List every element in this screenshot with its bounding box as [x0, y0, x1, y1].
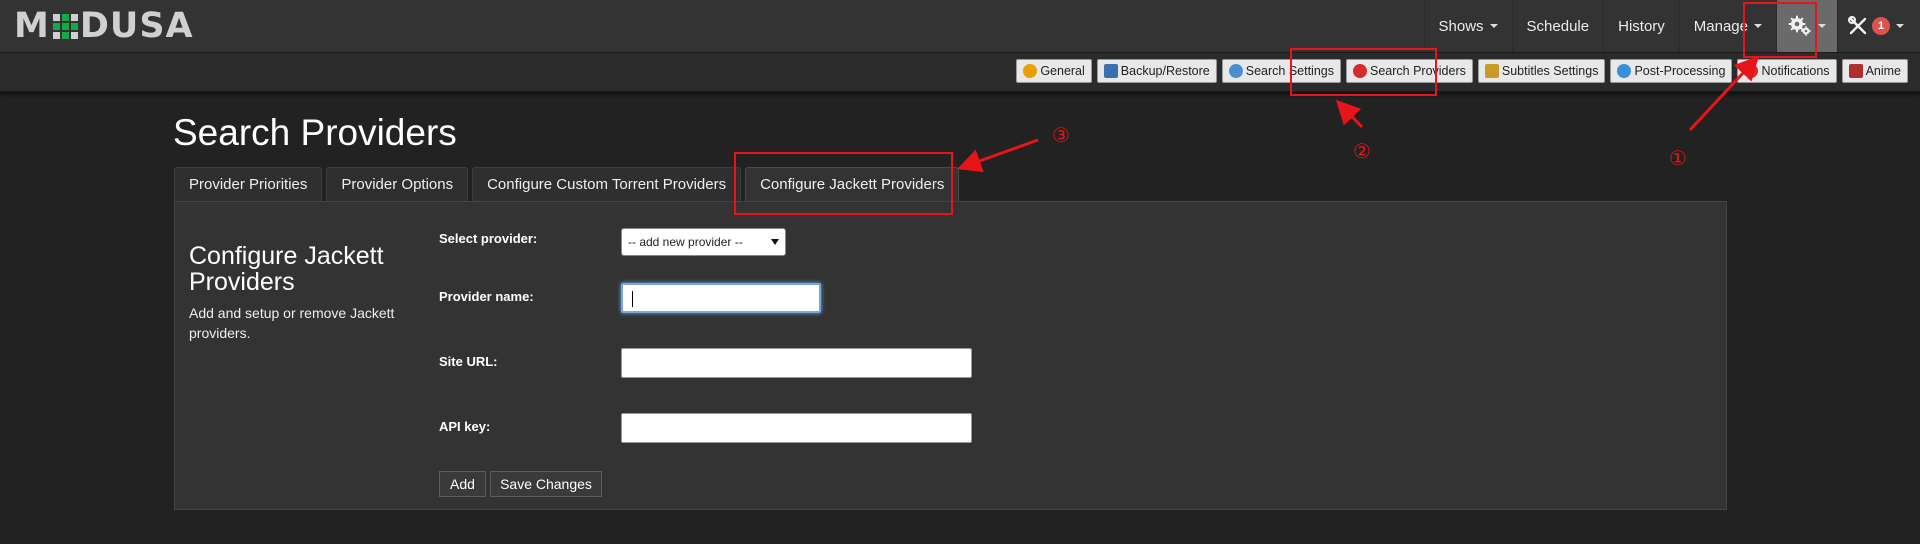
medusa-logo[interactable]: M DUSA: [14, 6, 194, 46]
main-nav: Shows Schedule History Manage 1: [1423, 0, 1920, 52]
site-url-label: Site URL:: [439, 354, 498, 369]
magnifier-icon: [1228, 64, 1243, 78]
highlight-box-jackett-tab: [734, 152, 953, 215]
tab-custom-torrent-providers[interactable]: Configure Custom Torrent Providers: [472, 167, 742, 201]
api-key-label: API key:: [439, 419, 491, 434]
subnav-general-label: General: [1040, 64, 1085, 78]
subnav-anime-label: Anime: [1865, 64, 1901, 78]
subnav-notifications-label: Notifications: [1761, 64, 1830, 78]
logo-prefix: M: [14, 6, 50, 46]
chevron-down-icon: [771, 239, 779, 245]
nav-schedule[interactable]: Schedule: [1511, 0, 1604, 52]
subnav-notifications[interactable]: Notifications: [1737, 59, 1837, 83]
highlight-box-gear: [1743, 2, 1817, 58]
select-provider-value: -- add new provider --: [628, 235, 743, 249]
save-changes-button[interactable]: Save Changes: [490, 471, 602, 497]
annotation-step-3: ③: [1052, 123, 1070, 147]
annotation-step-1: ①: [1669, 146, 1687, 170]
config-subnav: General Backup/Restore Search Settings S…: [1016, 59, 1908, 83]
select-provider-dropdown[interactable]: -- add new provider --: [621, 228, 786, 256]
site-url-input[interactable]: [621, 348, 972, 378]
subnav-backup-restore[interactable]: Backup/Restore: [1096, 59, 1217, 83]
subnav-subtitles-settings-label: Subtitles Settings: [1501, 64, 1599, 78]
nav-history-label: History: [1618, 17, 1665, 35]
subnav-general[interactable]: General: [1016, 59, 1092, 83]
jackett-config-panel: Configure Jackett Providers Add and setu…: [174, 201, 1727, 510]
subnav-post-processing[interactable]: Post-Processing: [1610, 59, 1733, 83]
gear-icon: [1023, 64, 1038, 78]
select-provider-label: Select provider:: [439, 231, 538, 246]
tab-provider-priorities[interactable]: Provider Priorities: [174, 167, 323, 201]
anime-icon: [1848, 64, 1863, 78]
notification-count-badge: 1: [1872, 17, 1890, 35]
caret-down-icon: [1489, 24, 1498, 28]
bell-icon: [1744, 64, 1759, 78]
section-description: Add and setup or remove Jackett provider…: [189, 305, 395, 341]
top-navbar: M DUSA Shows Schedule History Manage 1: [0, 0, 1920, 53]
nav-shows-label: Shows: [1438, 17, 1484, 35]
page-title: Search Providers: [173, 112, 457, 153]
caret-down-icon: [1896, 24, 1904, 28]
subnav-anime[interactable]: Anime: [1841, 59, 1908, 83]
refresh-icon: [1617, 64, 1632, 78]
subnav-backup-restore-label: Backup/Restore: [1120, 64, 1210, 78]
annotation-step-2: ②: [1353, 139, 1371, 163]
add-button[interactable]: Add: [439, 471, 486, 497]
logo-suffix: DUSA: [79, 6, 194, 46]
api-key-input[interactable]: [621, 413, 972, 443]
disk-icon: [1103, 64, 1118, 78]
provider-name-input[interactable]: [621, 283, 821, 313]
tools-icon: [1848, 16, 1867, 35]
section-heading: Configure Jackett Providers: [189, 242, 384, 296]
nav-schedule-label: Schedule: [1526, 17, 1590, 35]
nav-shows[interactable]: Shows: [1423, 0, 1512, 52]
caret-down-icon: [1818, 24, 1826, 28]
nav-manage-label: Manage: [1693, 17, 1748, 35]
nav-tools[interactable]: 1: [1837, 0, 1920, 52]
highlight-box-search-providers: [1290, 48, 1437, 96]
arrow-to-search-providers: [1335, 99, 1364, 129]
nav-history[interactable]: History: [1603, 0, 1679, 52]
logo-grid-icon: [52, 13, 78, 39]
provider-name-label: Provider name:: [439, 289, 534, 304]
text-cursor: [632, 291, 633, 307]
subtitles-icon: [1484, 64, 1499, 78]
arrow-to-jackett-tab: [957, 138, 1039, 173]
subnav-post-processing-label: Post-Processing: [1634, 64, 1726, 78]
config-subnav-bar: General Backup/Restore Search Settings S…: [0, 53, 1920, 93]
tab-provider-options[interactable]: Provider Options: [326, 167, 469, 201]
subnav-subtitles-settings[interactable]: Subtitles Settings: [1477, 59, 1606, 83]
